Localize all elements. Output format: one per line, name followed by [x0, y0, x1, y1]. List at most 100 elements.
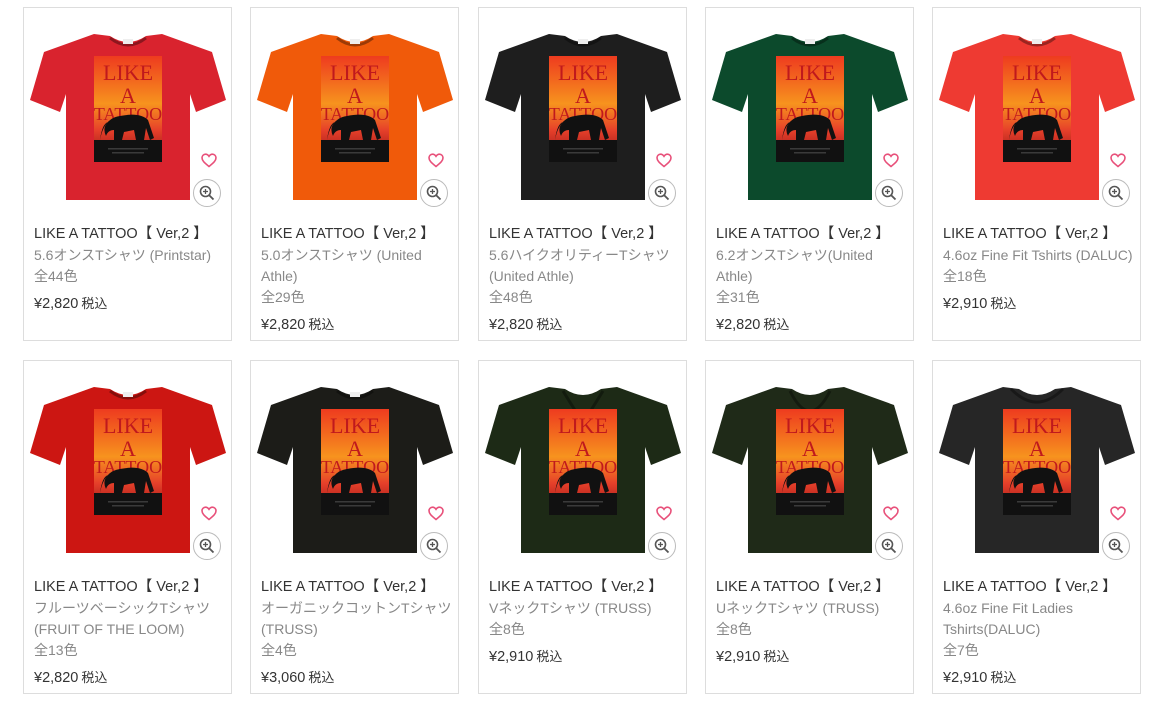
- svg-text:LIKE: LIKE: [103, 60, 153, 85]
- product-price: ¥2,910 税込: [716, 646, 908, 668]
- product-description: 5.6オンスTシャツ (Printstar): [34, 247, 212, 263]
- product-card[interactable]: LIKE A TATTOO LIKE A TATTOO【 Ver,2 】 オーガ…: [250, 360, 459, 694]
- heart-icon[interactable]: [880, 149, 902, 171]
- product-price: ¥2,910 税込: [489, 646, 681, 668]
- product-price: ¥2,820 税込: [34, 667, 226, 689]
- color-count: 全18色: [943, 268, 987, 284]
- product-card[interactable]: LIKE A TATTOO LIKE A TATTOO【 Ver,2 】 Uネッ…: [705, 360, 914, 694]
- price-value: ¥2,820: [489, 317, 534, 333]
- svg-text:LIKE: LIKE: [330, 60, 380, 85]
- tax-label: 税込: [536, 649, 563, 664]
- heart-icon[interactable]: [880, 502, 902, 524]
- product-price: ¥2,820 税込: [716, 314, 908, 336]
- color-count: 全8色: [716, 621, 752, 637]
- zoom-in-icon[interactable]: [1102, 532, 1130, 560]
- product-title[interactable]: LIKE A TATTOO【 Ver,2 】: [943, 224, 1135, 245]
- zoom-in-icon[interactable]: [193, 532, 221, 560]
- heart-icon[interactable]: [425, 502, 447, 524]
- heart-icon[interactable]: [653, 502, 675, 524]
- svg-text:LIKE: LIKE: [785, 413, 835, 438]
- tax-label: 税込: [763, 649, 790, 664]
- product-description: オーガニックコットンTシャツ (TRUSS): [261, 600, 452, 637]
- svg-text:LIKE: LIKE: [103, 413, 153, 438]
- product-description: 5.6ハイクオリティーTシャツ (United Athle): [489, 247, 670, 284]
- product-card[interactable]: LIKE A TATTOO LIKE A TATTOO【 Ver,2 】 Vネッ…: [478, 360, 687, 694]
- heart-icon[interactable]: [425, 149, 447, 171]
- color-count: 全31色: [716, 289, 760, 305]
- price-value: ¥2,820: [34, 670, 79, 686]
- product-card[interactable]: LIKE A TATTOO LIKE A TATTOO【 Ver,2 】 5.6…: [23, 7, 232, 341]
- product-card[interactable]: LIKE A TATTOO LIKE A TATTOO【 Ver,2 】 5.0…: [250, 7, 459, 341]
- tax-label: 税込: [308, 317, 335, 332]
- product-card[interactable]: LIKE A TATTOO LIKE A TATTOO【 Ver,2 】 4.6…: [932, 7, 1141, 341]
- zoom-in-icon[interactable]: [193, 179, 221, 207]
- product-description: VネックTシャツ (TRUSS): [489, 600, 652, 616]
- color-count: 全48色: [489, 289, 533, 305]
- product-title[interactable]: LIKE A TATTOO【 Ver,2 】: [716, 577, 908, 598]
- tax-label: 税込: [763, 317, 790, 332]
- svg-text:LIKE: LIKE: [330, 413, 380, 438]
- product-description: 4.6oz Fine Fit Ladies Tshirts(DALUC): [943, 600, 1073, 637]
- zoom-in-icon[interactable]: [648, 532, 676, 560]
- product-price: ¥2,820 税込: [489, 314, 681, 336]
- product-info: LIKE A TATTOO【 Ver,2 】 6.2オンスTシャツ(United…: [716, 224, 908, 336]
- product-grid: LIKE A TATTOO LIKE A TATTOO【 Ver,2 】 5.6…: [0, 0, 1169, 704]
- product-description: UネックTシャツ (TRUSS): [716, 600, 880, 616]
- tax-label: 税込: [990, 296, 1017, 311]
- price-value: ¥2,820: [716, 317, 761, 333]
- color-count: 全4色: [261, 642, 297, 658]
- tax-label: 税込: [81, 670, 108, 685]
- product-title[interactable]: LIKE A TATTOO【 Ver,2 】: [261, 224, 453, 245]
- product-info: LIKE A TATTOO【 Ver,2 】 5.6オンスTシャツ (Print…: [34, 224, 226, 315]
- product-title[interactable]: LIKE A TATTOO【 Ver,2 】: [34, 224, 226, 245]
- svg-text:LIKE: LIKE: [1012, 60, 1062, 85]
- zoom-in-icon[interactable]: [420, 179, 448, 207]
- product-title[interactable]: LIKE A TATTOO【 Ver,2 】: [34, 577, 226, 598]
- tax-label: 税込: [81, 296, 108, 311]
- color-count: 全7色: [943, 642, 979, 658]
- heart-icon[interactable]: [198, 502, 220, 524]
- price-value: ¥2,910: [943, 670, 988, 686]
- heart-icon[interactable]: [653, 149, 675, 171]
- svg-text:LIKE: LIKE: [558, 413, 608, 438]
- product-info: LIKE A TATTOO【 Ver,2 】 5.6ハイクオリティーTシャツ (…: [489, 224, 681, 336]
- product-price: ¥2,910 税込: [943, 667, 1135, 689]
- price-value: ¥3,060: [261, 670, 306, 686]
- product-description: 5.0オンスTシャツ (United Athle): [261, 247, 422, 284]
- product-info: LIKE A TATTOO【 Ver,2 】 UネックTシャツ (TRUSS) …: [716, 577, 908, 668]
- zoom-in-icon[interactable]: [875, 179, 903, 207]
- product-title[interactable]: LIKE A TATTOO【 Ver,2 】: [489, 577, 681, 598]
- tax-label: 税込: [990, 670, 1017, 685]
- product-card[interactable]: LIKE A TATTOO LIKE A TATTOO【 Ver,2 】 フルー…: [23, 360, 232, 694]
- product-info: LIKE A TATTOO【 Ver,2 】 5.0オンスTシャツ (Unite…: [261, 224, 453, 336]
- product-title[interactable]: LIKE A TATTOO【 Ver,2 】: [716, 224, 908, 245]
- heart-icon[interactable]: [198, 149, 220, 171]
- product-card[interactable]: LIKE A TATTOO LIKE A TATTOO【 Ver,2 】 6.2…: [705, 7, 914, 341]
- price-value: ¥2,910: [489, 649, 534, 665]
- price-value: ¥2,910: [716, 649, 761, 665]
- heart-icon[interactable]: [1107, 502, 1129, 524]
- product-title[interactable]: LIKE A TATTOO【 Ver,2 】: [261, 577, 453, 598]
- color-count: 全29色: [261, 289, 305, 305]
- product-info: LIKE A TATTOO【 Ver,2 】 フルーツベーシックTシャツ (FR…: [34, 577, 226, 689]
- product-title[interactable]: LIKE A TATTOO【 Ver,2 】: [943, 577, 1135, 598]
- product-info: LIKE A TATTOO【 Ver,2 】 4.6oz Fine Fit La…: [943, 577, 1135, 689]
- zoom-in-icon[interactable]: [648, 179, 676, 207]
- product-description: 6.2オンスTシャツ(United Athle): [716, 247, 873, 284]
- price-value: ¥2,820: [34, 296, 79, 312]
- product-card[interactable]: LIKE A TATTOO LIKE A TATTOO【 Ver,2 】 4.6…: [932, 360, 1141, 694]
- zoom-in-icon[interactable]: [875, 532, 903, 560]
- svg-text:LIKE: LIKE: [785, 60, 835, 85]
- product-title[interactable]: LIKE A TATTOO【 Ver,2 】: [489, 224, 681, 245]
- color-count: 全13色: [34, 642, 78, 658]
- zoom-in-icon[interactable]: [1102, 179, 1130, 207]
- product-info: LIKE A TATTOO【 Ver,2 】 オーガニックコットンTシャツ (T…: [261, 577, 453, 689]
- zoom-in-icon[interactable]: [420, 532, 448, 560]
- product-description: フルーツベーシックTシャツ (FRUIT OF THE LOOM): [34, 600, 210, 637]
- product-price: ¥2,820 税込: [261, 314, 453, 336]
- product-card[interactable]: LIKE A TATTOO LIKE A TATTOO【 Ver,2 】 5.6…: [478, 7, 687, 341]
- tax-label: 税込: [536, 317, 563, 332]
- heart-icon[interactable]: [1107, 149, 1129, 171]
- svg-text:LIKE: LIKE: [558, 60, 608, 85]
- product-price: ¥3,060 税込: [261, 667, 453, 689]
